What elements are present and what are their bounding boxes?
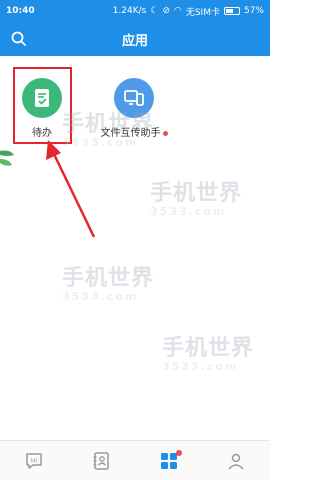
watermark-main: 手机世界 [62,266,155,291]
person-icon [228,453,244,470]
watermark: 手机世界 3533.com [162,330,254,373]
bottom-tab-bar: Hi [0,440,270,480]
tab-me[interactable] [221,446,251,476]
tab-contacts[interactable] [86,446,116,476]
tab-messages[interactable]: Hi [19,446,49,476]
watermark-sub: 3533.com [150,205,227,218]
watermark-sub: 3533.com [62,290,139,303]
watermark-sub: 3533.com [162,360,239,373]
watermark: 手机世界 3533.com [62,260,154,303]
watermark: 手机世界 3533.com [62,106,154,149]
watermark: 手机世界 3533.com [150,175,242,218]
contacts-book-icon [93,451,109,470]
tab-apps[interactable] [154,446,184,476]
tab-badge-dot [175,449,182,456]
watermark-main: 手机世界 [62,112,155,137]
watermark-main: 手机世界 [162,336,255,361]
chat-hi-icon: Hi [26,452,42,469]
watermark-main: 手机世界 [150,181,243,206]
watermark-sub: 3533.com [62,136,139,149]
svg-text:Hi: Hi [31,457,38,464]
red-arrow-icon [46,140,96,238]
